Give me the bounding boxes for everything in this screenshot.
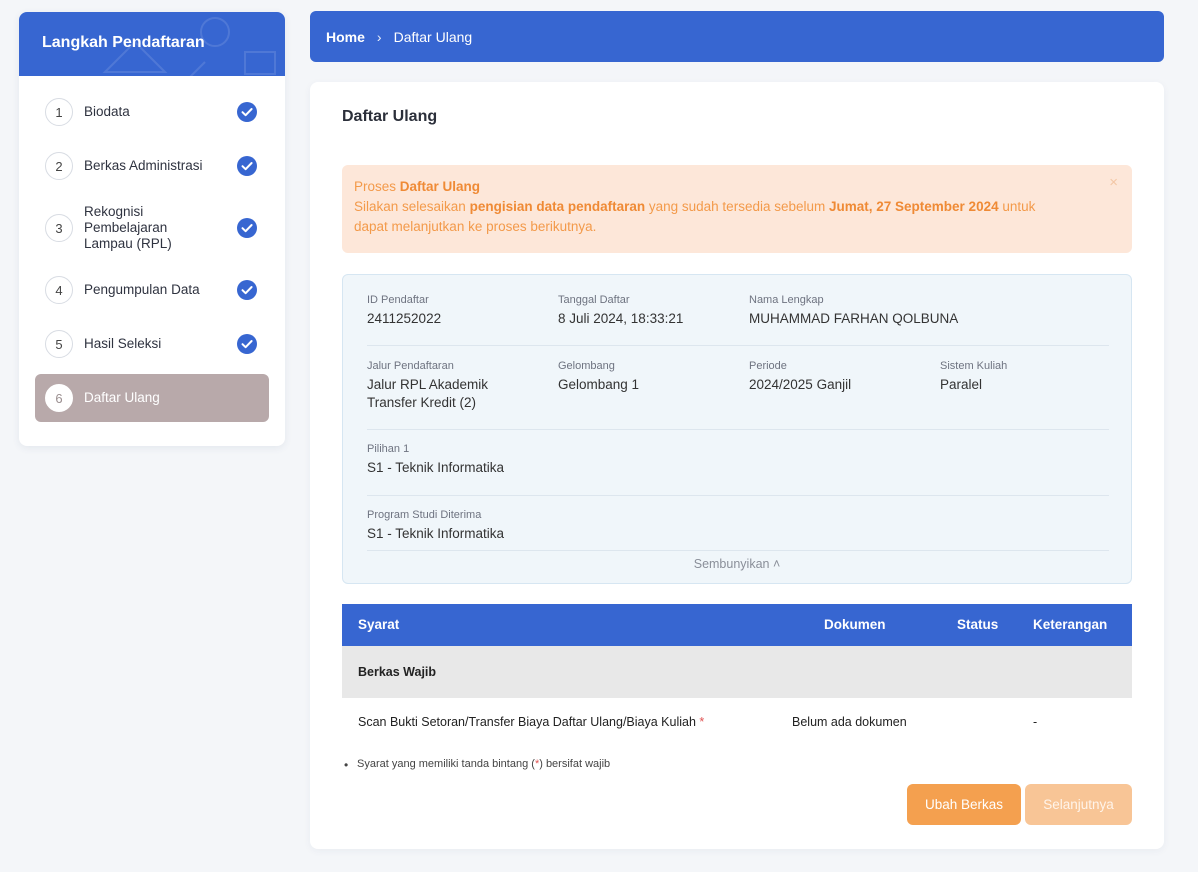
pilihan-1-field: Pilihan 1 S1 - Teknik Informatika — [367, 442, 667, 477]
step-rpl[interactable]: 3 Rekognisi Pembelajaran Lampau (RPL) — [35, 196, 269, 260]
breadcrumb: Home › Daftar Ulang — [310, 11, 1164, 62]
field-value: Jalur RPL Akademik Transfer Kredit (2) — [367, 376, 547, 412]
main-card: Daftar Ulang Proses Daftar Ulang Silakan… — [310, 82, 1164, 849]
breadcrumb-home-link[interactable]: Home — [326, 29, 365, 45]
field-value-line: Jalur RPL Akademik — [367, 377, 489, 392]
field-label: Gelombang — [558, 360, 615, 372]
step-label: Pengumpulan Data — [84, 282, 200, 297]
field-label: Program Studi Diterima — [367, 509, 482, 521]
deadline-alert: Proses Daftar Ulang Silakan selesaikan p… — [342, 165, 1132, 253]
jalur-pendaftaran-field: Jalur Pendaftaran Jalur RPL Akademik Tran… — [367, 359, 547, 412]
check-icon — [237, 218, 257, 238]
check-icon — [237, 156, 257, 176]
note-text: ) bersifat wajib — [539, 758, 611, 770]
step-number: 6 — [45, 384, 73, 412]
alert-title: Daftar Ulang — [399, 179, 481, 194]
note-text: Syarat yang memiliki tanda bintang ( — [357, 758, 535, 770]
field-value-line: Transfer Kredit (2) — [367, 395, 477, 410]
step-label: Hasil Seleksi — [84, 336, 162, 351]
breadcrumb-current: Daftar Ulang — [393, 28, 473, 45]
alert-text: Silakan selesaikan — [354, 199, 470, 214]
tanggal-daftar-field: Tanggal Daftar 8 Juli 2024, 18:33:21 — [558, 293, 738, 328]
document-cell: Belum ada dokumen — [792, 715, 907, 729]
table-group-row: Berkas Wajib — [342, 646, 1132, 698]
step-number: 3 — [45, 214, 73, 242]
field-label: ID Pendaftar — [367, 294, 429, 306]
field-label: Jalur Pendaftaran — [367, 360, 454, 372]
field-value: Paralel — [940, 377, 983, 392]
step-daftar-ulang[interactable]: 6 Daftar Ulang — [35, 374, 269, 422]
program-studi-diterima-field: Program Studi Diterima S1 - Teknik Infor… — [367, 508, 667, 543]
step-number: 2 — [45, 152, 73, 180]
required-note: Syarat yang memiliki tanda bintang (*) b… — [344, 758, 611, 772]
registration-info-panel: ID Pendaftar 2411252022 Tanggal Daftar 8… — [342, 274, 1132, 584]
nama-lengkap-field: Nama Lengkap MUHAMMAD FARHAN QOLBUNA — [749, 293, 1049, 328]
id-pendaftar-field: ID Pendaftar 2411252022 — [367, 293, 547, 328]
field-value: 2024/2025 Ganjil — [749, 377, 852, 392]
check-icon — [237, 334, 257, 354]
step-label: Berkas Administrasi — [84, 158, 203, 173]
step-label: Daftar Ulang — [84, 390, 160, 405]
step-label: Biodata — [84, 104, 130, 119]
ubah-berkas-button[interactable]: Ubah Berkas — [907, 784, 1021, 825]
step-number: 1 — [45, 98, 73, 126]
field-value: S1 - Teknik Informatika — [367, 526, 505, 541]
field-label: Nama Lengkap — [749, 294, 824, 306]
table-header: Syarat Dokumen Status Keterangan — [342, 604, 1132, 646]
field-value: 8 Juli 2024, 18:33:21 — [558, 311, 684, 326]
alert-prefix: Proses — [354, 179, 400, 194]
field-value: 2411252022 — [367, 311, 442, 326]
pattern-decoration — [102, 17, 276, 76]
field-label: Periode — [749, 360, 787, 372]
requirement-cell: Scan Bukti Setoran/Transfer Biaya Daftar… — [358, 715, 704, 729]
requirements-table: Syarat Dokumen Status Keterangan Berkas … — [342, 604, 1132, 748]
sistem-kuliah-field: Sistem Kuliah Paralel — [940, 359, 1120, 394]
close-icon[interactable]: × — [1109, 173, 1118, 193]
keterangan-cell: - — [1033, 715, 1038, 729]
step-hasil-seleksi[interactable]: 5 Hasil Seleksi — [35, 320, 269, 368]
field-value: Gelombang 1 — [558, 377, 640, 392]
step-pengumpulan-data[interactable]: 4 Pengumpulan Data — [35, 266, 269, 314]
chevron-right-icon: › — [376, 28, 382, 45]
sidebar-header: Langkah Pendaftaran — [19, 12, 285, 76]
check-icon — [237, 280, 257, 300]
page-title: Daftar Ulang — [342, 108, 438, 125]
field-label: Sistem Kuliah — [940, 360, 1008, 372]
step-biodata[interactable]: 1 Biodata — [35, 88, 269, 136]
alert-deadline: Jumat, 27 September 2024 — [829, 199, 999, 214]
alert-text: dapat melanjutkan ke proses berikutnya. — [354, 219, 597, 234]
selanjutnya-button[interactable]: Selanjutnya — [1025, 784, 1132, 825]
step-number: 4 — [45, 276, 73, 304]
alert-text: untuk — [998, 199, 1036, 214]
alert-emphasis: pengisian data pendaftaran — [469, 199, 646, 214]
table-row: Scan Bukti Setoran/Transfer Biaya Daftar… — [342, 698, 1132, 748]
periode-field: Periode 2024/2025 Ganjil — [749, 359, 929, 394]
hide-details-toggle[interactable]: Sembunyikan ˄ — [343, 557, 1131, 571]
required-asterisk: * — [699, 715, 705, 729]
gelombang-field: Gelombang Gelombang 1 — [558, 359, 738, 394]
group-label: Berkas Wajib — [358, 665, 437, 679]
field-value: S1 - Teknik Informatika — [367, 460, 505, 475]
column-header-dokumen: Dokumen — [824, 617, 886, 632]
field-label: Pilihan 1 — [367, 443, 410, 455]
field-label: Tanggal Daftar — [558, 294, 630, 306]
column-header-keterangan: Keterangan — [1033, 617, 1108, 632]
requirement-text: Scan Bukti Setoran/Transfer Biaya Daftar… — [358, 715, 696, 729]
steps-sidebar: Langkah Pendaftaran 1 Biodata 2 Berkas A… — [19, 12, 285, 446]
step-number: 5 — [45, 330, 73, 358]
field-value: MUHAMMAD FARHAN QOLBUNA — [749, 311, 959, 326]
column-header-status: Status — [957, 617, 999, 632]
column-header-syarat: Syarat — [358, 617, 400, 632]
alert-text: yang sudah tersedia sebelum — [645, 199, 829, 214]
check-icon — [237, 102, 257, 122]
step-label: Rekognisi Pembelajaran Lampau (RPL) — [84, 204, 172, 251]
step-berkas-administrasi[interactable]: 2 Berkas Administrasi — [35, 142, 269, 190]
